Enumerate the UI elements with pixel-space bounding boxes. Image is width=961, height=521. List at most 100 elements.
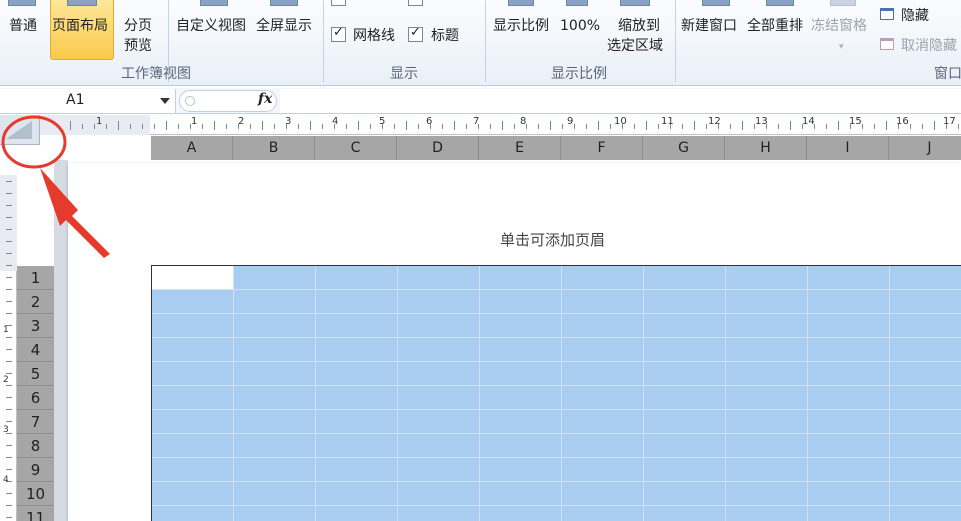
zoom-button[interactable]: 显示比例 (493, 16, 549, 36)
ruler-tick (646, 121, 647, 130)
row-header-2[interactable]: 2 (17, 290, 54, 314)
row-header-8[interactable]: 8 (17, 434, 54, 458)
formula-input[interactable] (280, 89, 961, 113)
ruler-tick (6, 409, 12, 410)
ruler-tick (658, 124, 659, 129)
active-cell-a1[interactable] (152, 266, 233, 289)
grid-line (152, 361, 961, 362)
column-header-j[interactable]: J (889, 136, 961, 160)
group-label-show: 显示 (390, 66, 418, 82)
headings-checkbox[interactable]: ✓ (408, 25, 423, 42)
grid-line (152, 385, 961, 386)
gridlines-checkbox[interactable]: ✓ (331, 25, 346, 42)
ruler-tick (6, 229, 12, 230)
column-header-a[interactable]: A (151, 136, 233, 160)
ruler-tick (442, 124, 443, 129)
ruler-tick (574, 124, 575, 129)
page-break-preview-label-2: 预览 (124, 38, 152, 54)
page-layout-label: 页面布局 (52, 18, 108, 34)
ruler-tick (6, 241, 12, 242)
column-header-e[interactable]: E (479, 136, 561, 160)
grid-line (152, 289, 961, 290)
column-header-d[interactable]: D (397, 136, 479, 160)
column-header-c[interactable]: C (315, 136, 397, 160)
select-all-corner[interactable] (0, 115, 40, 145)
ruler-tick (6, 373, 12, 374)
ruler-tick (466, 124, 467, 129)
column-header-i[interactable]: I (807, 136, 889, 160)
full-screen-button[interactable]: 全屏显示 (256, 16, 312, 36)
ruler-tick (70, 121, 71, 130)
ruler-tick (6, 349, 12, 350)
page-layout-icon (67, 0, 97, 6)
cell-grid[interactable] (151, 265, 961, 521)
ruler-checkbox-stub[interactable] (331, 0, 346, 6)
new-window-icon (702, 0, 730, 6)
name-box[interactable]: A1 (0, 89, 176, 113)
ruler-tick (886, 121, 887, 130)
row-header-4[interactable]: 4 (17, 338, 54, 362)
row-header-5[interactable]: 5 (17, 362, 54, 386)
grid-line (152, 313, 961, 314)
ruler-number: 3 (3, 425, 9, 435)
ruler-tick (346, 124, 347, 129)
custom-views-button[interactable]: 自定义视图 (176, 16, 246, 36)
expand-handle-icon[interactable] (185, 96, 195, 106)
ruler-number: 15 (849, 116, 862, 127)
group-separator (485, 0, 486, 82)
grid-line (152, 481, 961, 482)
ruler-tick (958, 124, 959, 129)
unhide-window-icon (880, 38, 894, 50)
column-header-h[interactable]: H (725, 136, 807, 160)
row-header-11[interactable]: 11 (17, 506, 54, 521)
page-break-preview-button[interactable]: 分页 预览 (124, 16, 152, 56)
ruler-number: 1 (191, 116, 198, 127)
page-header-placeholder[interactable]: 单击可添加页眉 (500, 229, 605, 250)
unhide-window-button[interactable]: 取消隐藏 (901, 36, 957, 56)
new-window-button[interactable]: 新建窗口 (681, 16, 737, 36)
row-header-9[interactable]: 9 (17, 458, 54, 482)
gridlines-label: 网格线 (353, 28, 395, 44)
ruler-tick (6, 337, 12, 338)
ruler-number: 11 (661, 116, 674, 127)
column-header-b[interactable]: B (233, 136, 315, 160)
zoom-icon (508, 0, 534, 6)
ruler-number: 7 (473, 116, 480, 127)
grid-line (152, 337, 961, 338)
ruler-number: 13 (755, 116, 768, 127)
grid-line (315, 266, 316, 521)
ruler-tick (790, 121, 791, 130)
column-header-g[interactable]: G (643, 136, 725, 160)
row-header-1[interactable]: 1 (17, 266, 54, 290)
ruler-tick (862, 124, 863, 129)
arrange-all-button[interactable]: 全部重排 (747, 16, 803, 36)
page-layout-button[interactable]: 页面布局 (50, 0, 114, 60)
ruler-tick (826, 124, 827, 129)
normal-view-button[interactable]: 普通 (9, 16, 37, 36)
arrange-all-icon (766, 0, 794, 6)
row-header-6[interactable]: 6 (17, 386, 54, 410)
hide-window-button[interactable]: 隐藏 (901, 6, 929, 26)
zoom-to-selection-button[interactable]: 缩放到 选定区域 (607, 16, 663, 56)
column-header-f[interactable]: F (561, 136, 643, 160)
row-header-3[interactable]: 3 (17, 314, 54, 338)
ruler-tick (562, 124, 563, 129)
ruler-tick (262, 121, 263, 130)
grid-line (152, 409, 961, 410)
grid-line (725, 266, 726, 521)
select-all-triangle-icon[interactable] (6, 121, 32, 139)
freeze-panes-button[interactable]: 冻结窗格 (811, 16, 867, 36)
ruler-number: 6 (426, 116, 433, 127)
ruler-tick (130, 124, 131, 129)
zoom-100-button[interactable]: 100% (560, 16, 600, 36)
ruler-tick (142, 124, 143, 129)
group-separator (675, 0, 676, 82)
formula-bar-checkbox-stub[interactable] (408, 0, 423, 6)
ruler-tick (358, 121, 359, 130)
row-header-10[interactable]: 10 (17, 482, 54, 506)
name-box-dropdown-icon[interactable] (160, 98, 170, 104)
ruler-tick (6, 289, 12, 290)
row-header-7[interactable]: 7 (17, 410, 54, 434)
checkmark-icon: ✓ (410, 25, 421, 40)
insert-function-button[interactable]: fx (258, 91, 272, 107)
